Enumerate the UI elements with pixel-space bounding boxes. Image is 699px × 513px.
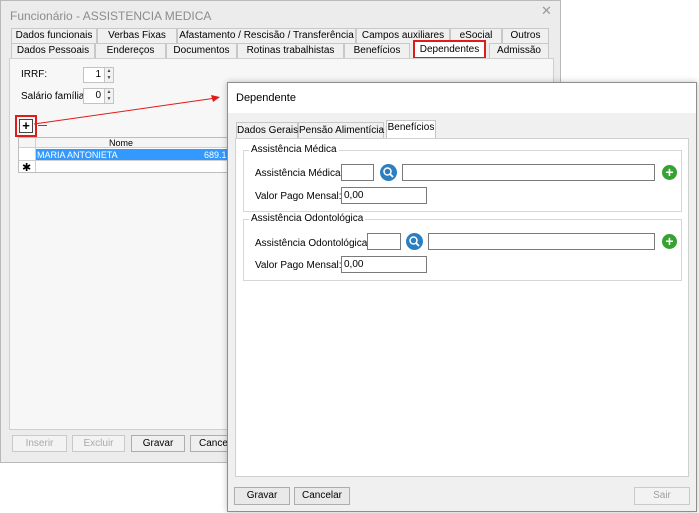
- tab-pensao-alimenticia[interactable]: Pensão Alimentícia: [298, 122, 384, 139]
- dependents-grid: Nome MARIA ANTONIETA 689.16 ✱: [18, 137, 232, 174]
- cancelar-button[interactable]: Cancel: [190, 435, 230, 452]
- spin-down-icon[interactable]: ▼: [105, 75, 113, 82]
- new-row-icon[interactable]: ✱: [22, 161, 31, 174]
- tab-afastamento[interactable]: Afastamento / Rescisão / Transferência: [177, 28, 356, 43]
- gravar-button[interactable]: Gravar: [131, 435, 185, 452]
- spin-up-icon[interactable]: ▲: [105, 68, 113, 75]
- row-name[interactable]: MARIA ANTONIETA: [37, 150, 118, 160]
- assistencia-odontologica-description[interactable]: [428, 233, 655, 250]
- tab-admissao[interactable]: Admissão: [489, 43, 549, 58]
- irrf-input[interactable]: 1: [83, 67, 105, 83]
- tab-outros[interactable]: Outros: [502, 28, 549, 43]
- add-circle-icon[interactable]: +: [662, 165, 677, 180]
- tab-verbas-fixas[interactable]: Verbas Fixas: [97, 28, 177, 43]
- search-icon[interactable]: [380, 164, 397, 181]
- dialog-sair-button[interactable]: Sair: [634, 487, 690, 505]
- tab-beneficios-dialog[interactable]: Benefícios: [386, 120, 436, 138]
- tab-documentos[interactable]: Documentos: [166, 43, 237, 58]
- valor-pago-mensal-odonto-input[interactable]: 0,00: [341, 256, 427, 273]
- tab-rotinas-trabalhistas[interactable]: Rotinas trabalhistas: [237, 43, 344, 58]
- beneficios-panel: Assistência Médica Assistência Médica: +…: [235, 138, 689, 477]
- group-title-odonto: Assistência Odontológica: [249, 213, 366, 224]
- dialog-title: Dependente: [236, 92, 296, 104]
- valor-pago-mensal-label: Valor Pago Mensal:: [255, 260, 342, 271]
- assistencia-medica-label: Assistência Médica:: [255, 168, 344, 179]
- dependente-dialog: Dependente Dados Gerais Pensão Alimentíc…: [227, 82, 697, 512]
- close-icon[interactable]: ✕: [541, 3, 552, 19]
- tab-dados-pessoais[interactable]: Dados Pessoais: [11, 43, 95, 58]
- pointer-arrow: [33, 95, 220, 125]
- group-assistencia-medica: Assistência Médica: [243, 144, 682, 212]
- column-nome[interactable]: Nome: [109, 138, 133, 148]
- assistencia-medica-code-input[interactable]: [341, 164, 374, 181]
- dialog-titlebar: [228, 83, 696, 113]
- dialog-cancelar-button[interactable]: Cancelar: [294, 487, 350, 505]
- grid-divider: [35, 138, 36, 172]
- group-assistencia-odontologica: Assistência Odontológica: [243, 213, 682, 281]
- assistencia-odontologica-code-input[interactable]: [367, 233, 401, 250]
- tab-dependentes[interactable]: Dependentes: [413, 40, 486, 59]
- dialog-gravar-button[interactable]: Gravar: [234, 487, 290, 505]
- add-circle-icon[interactable]: +: [662, 234, 677, 249]
- irrf-spinner[interactable]: ▲ ▼: [105, 67, 114, 83]
- tab-beneficios[interactable]: Benefícios: [344, 43, 410, 58]
- tab-enderecos[interactable]: Endereços: [95, 43, 166, 58]
- irrf-label: IRRF:: [21, 69, 48, 80]
- group-title-medica: Assistência Médica: [249, 144, 339, 155]
- window-title: Funcionário - ASSISTENCIA MEDICA: [10, 9, 212, 23]
- inserir-button[interactable]: Inserir: [12, 435, 67, 452]
- grid-divider: [19, 160, 229, 161]
- tab-dados-funcionais[interactable]: Dados funcionais: [11, 28, 97, 43]
- valor-pago-mensal-medica-input[interactable]: 0,00: [341, 187, 427, 204]
- excluir-button[interactable]: Excluir: [72, 435, 125, 452]
- assistencia-odontologica-label: Assistência Odontológica:: [255, 238, 371, 249]
- assistencia-medica-description[interactable]: [402, 164, 655, 181]
- valor-pago-mensal-label: Valor Pago Mensal:: [255, 191, 342, 202]
- tab-dados-gerais[interactable]: Dados Gerais: [236, 122, 298, 139]
- search-icon[interactable]: [406, 233, 423, 250]
